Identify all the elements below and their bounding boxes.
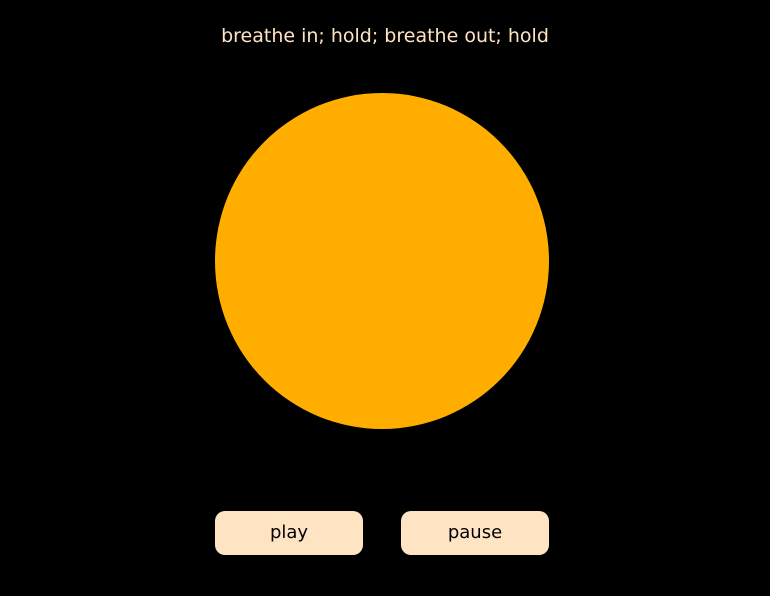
play-button[interactable]: play (215, 511, 363, 555)
breathing-instruction: breathe in; hold; breathe out; hold (221, 25, 549, 47)
breathing-app: breathe in; hold; breathe out; hold play… (0, 0, 770, 596)
breath-circle (215, 93, 549, 429)
pause-button[interactable]: pause (401, 511, 549, 555)
